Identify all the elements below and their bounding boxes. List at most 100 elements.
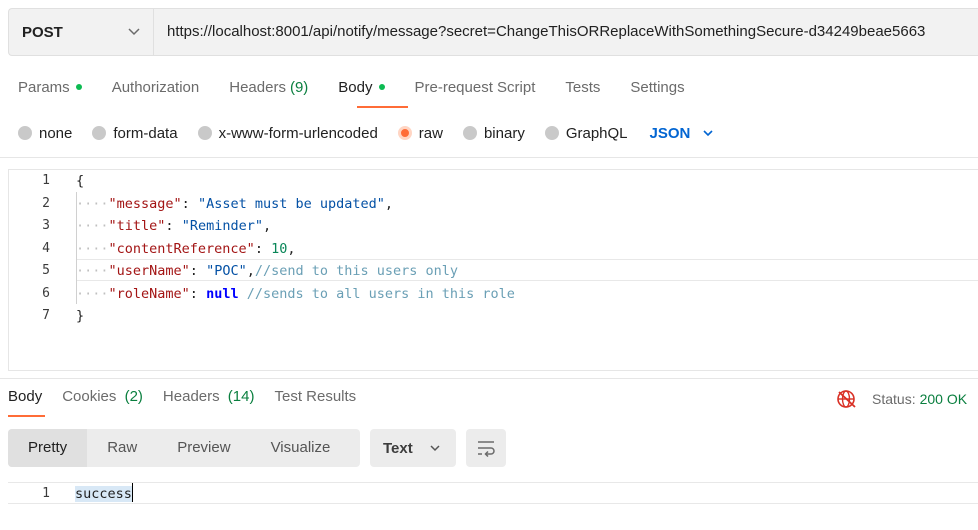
tab-tests[interactable]: Tests [565,74,600,100]
view-preview[interactable]: Preview [157,429,250,467]
radio-raw[interactable]: raw [397,124,443,142]
divider [0,378,978,379]
method-select[interactable]: POST [9,9,154,55]
view-pretty[interactable]: Pretty [8,429,88,467]
response-status: Status: 200 OK [836,388,967,410]
url-input[interactable]: https://localhost:8001/api/notify/messag… [167,9,978,55]
request-tabs: Params Authorization Headers (9) Body Pre… [18,74,715,100]
radio-raw-label: raw [418,124,443,142]
code-comment: //sends to all users in this role [246,286,515,302]
code-comment: //send to this users only [254,263,459,279]
line-number: 7 [42,308,50,323]
code-line-2: ····"message": "Asset must be updated", [76,196,394,212]
json-key: "message" [108,196,182,212]
status-label: Status: [872,391,916,407]
line-number: 5 [42,263,50,278]
radio-graphql[interactable]: GraphQL [544,124,628,142]
open-brace: { [76,173,85,189]
radio-circle-icon [18,126,32,140]
chevron-down-icon [430,445,440,452]
tab-pre-request-label: Pre-request Script [414,78,536,96]
tab-settings[interactable]: Settings [630,74,684,100]
format-select[interactable]: JSON [650,125,715,142]
code-line-3: ····"title": "Reminder", [76,218,272,234]
text-cursor [132,483,133,502]
radio-none[interactable]: none [18,125,72,142]
cookies-label: Cookies [62,388,117,405]
json-value: "Reminder" [181,218,263,234]
tab-body[interactable]: Body [338,74,385,100]
url-bar: POST https://localhost:8001/api/notify/m… [8,8,978,56]
params-indicator-dot [75,84,82,90]
active-tab-underline [357,106,408,108]
response-format-select[interactable]: Text [370,429,456,467]
globe-error-icon[interactable] [836,388,858,410]
code-line-7: } [76,308,84,324]
tab-settings-label: Settings [630,78,685,96]
response-text[interactable]: success [75,486,133,502]
headers-count: (9) [289,78,309,96]
chevron-down-icon [703,130,713,137]
radio-binary-label: binary [483,124,525,142]
json-value: "POC" [206,263,247,279]
json-value: null [206,286,239,302]
tab-pre-request-script[interactable]: Pre-request Script [415,74,536,100]
json-key: "contentReference" [108,241,255,257]
radio-binary[interactable]: binary [462,124,525,142]
response-view-tabs: Pretty Raw Preview Visualize [8,429,360,467]
tab-authorization-label: Authorization [111,78,200,96]
response-current-line [8,482,978,504]
active-response-tab-underline [8,415,45,417]
radio-selected-icon [397,126,412,140]
response-tab-headers[interactable]: Headers (14) [163,388,255,410]
response-line-number: 1 [42,486,50,501]
tab-params[interactable]: Params [18,74,82,100]
chevron-down-icon [128,28,140,36]
status-value: 200 OK [919,391,968,407]
tab-headers-label: Headers [229,78,286,96]
json-key: "userName" [108,263,190,279]
radio-none-label: none [39,124,73,142]
json-value: "Asset must be updated" [197,196,385,212]
radio-urlencoded[interactable]: x-www-form-urlencoded [197,124,378,142]
line-number: 2 [42,196,50,211]
view-visualize[interactable]: Visualize [251,429,351,467]
tab-body-label: Body [338,78,373,96]
divider [0,157,978,158]
json-value: 10 [271,241,288,257]
radio-circle-icon [197,126,212,140]
line-number: 4 [42,241,50,256]
code-line-5: ····"userName": "POC",//send to this use… [76,263,459,279]
wrap-lines-button[interactable] [466,429,506,467]
code-line-4: ····"contentReference": 10, [76,241,296,257]
line-number: 6 [42,286,50,301]
json-key: "roleName" [108,286,190,302]
response-headers-count: (14) [227,388,255,405]
line-number: 3 [42,218,50,233]
tab-params-label: Params [18,78,70,96]
format-label: JSON [649,124,691,142]
body-type-selector: none form-data x-www-form-urlencoded raw… [18,122,714,144]
cookies-count: (2) [124,388,143,405]
method-label: POST [22,23,63,41]
response-tab-test-results[interactable]: Test Results [274,388,356,410]
tab-tests-label: Tests [565,78,601,96]
response-tab-body[interactable]: Body [8,388,42,410]
response-tab-cookies[interactable]: Cookies (2) [62,388,143,410]
radio-urlencoded-label: x-www-form-urlencoded [218,124,378,142]
tab-authorization[interactable]: Authorization [112,74,200,100]
radio-form-data-label: form-data [113,124,178,142]
radio-circle-icon [544,126,559,140]
close-brace: } [76,308,85,324]
json-key: "title" [108,218,166,234]
code-line-1: { [76,173,84,189]
response-format-label: Text [383,439,413,457]
tab-headers[interactable]: Headers (9) [229,74,308,100]
line-number: 1 [42,173,50,188]
wrap-icon [478,441,495,457]
code-line-6: ····"roleName": null //sends to all user… [76,286,515,302]
radio-form-data[interactable]: form-data [92,124,178,142]
body-indicator-dot [378,84,385,90]
view-raw[interactable]: Raw [87,429,157,467]
radio-graphql-label: GraphQL [565,124,628,142]
